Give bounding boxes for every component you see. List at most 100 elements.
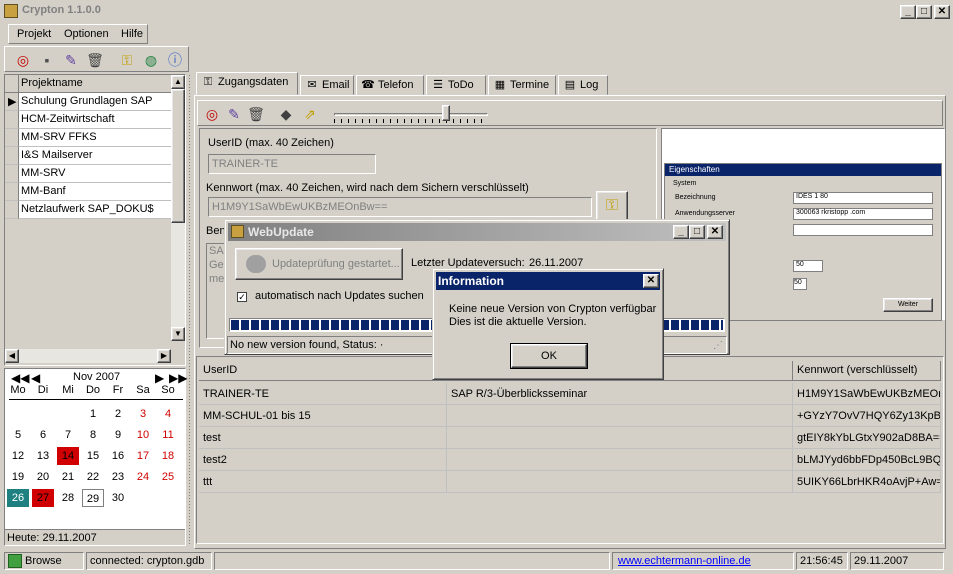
close-button[interactable]: ✕ bbox=[934, 5, 950, 19]
webupdate-minimize-button[interactable]: _ bbox=[673, 225, 689, 239]
ok-button[interactable]: OK bbox=[510, 343, 588, 369]
scroll-up-button[interactable]: ▲ bbox=[171, 75, 185, 89]
webupdate-close-button[interactable]: ✕ bbox=[707, 225, 723, 239]
grid-cell[interactable] bbox=[447, 449, 793, 471]
export-icon[interactable]: ⇗ bbox=[300, 104, 320, 124]
menu-hilfe[interactable]: Hilfe bbox=[121, 28, 143, 40]
minimize-button[interactable]: _ bbox=[900, 5, 916, 19]
slider-thumb[interactable] bbox=[442, 105, 450, 121]
project-row[interactable]: MM-SRV FFKS bbox=[19, 129, 171, 147]
project-row[interactable]: HCM-Zeitwirtschaft bbox=[19, 111, 171, 129]
calendar-day[interactable]: 30 bbox=[107, 489, 129, 507]
calendar-day[interactable]: 16 bbox=[107, 447, 129, 465]
save-icon[interactable]: ▪ bbox=[37, 50, 57, 70]
maximize-button[interactable]: □ bbox=[916, 5, 932, 19]
edit-icon[interactable]: ✎ bbox=[224, 104, 244, 124]
grid-cell[interactable]: 5UIKY66LbrHKR4oAvjP+Aw= bbox=[793, 471, 941, 493]
calendar-day[interactable]: 17 bbox=[132, 447, 154, 465]
calendar-day[interactable]: 29 bbox=[82, 489, 104, 507]
project-row[interactable]: Netzlaufwerk SAP_DOKU$ bbox=[19, 201, 171, 219]
calendar-day[interactable]: 20 bbox=[32, 468, 54, 486]
update-check-button[interactable]: Updateprüfung gestartet... bbox=[235, 248, 403, 280]
calendar-day[interactable]: 1 bbox=[82, 405, 104, 423]
tab-todo[interactable]: ☰ ToDo bbox=[426, 75, 486, 95]
calendar-day[interactable]: 5 bbox=[7, 426, 29, 444]
resize-grip-icon[interactable]: ⋰ bbox=[713, 340, 723, 351]
target-icon[interactable]: ◎ bbox=[13, 50, 33, 70]
calendar-day[interactable]: 28 bbox=[57, 489, 79, 507]
calendar-day[interactable]: 8 bbox=[82, 426, 104, 444]
website-link[interactable]: www.echtermann-online.de bbox=[618, 555, 751, 567]
project-row[interactable]: I&S Mailserver bbox=[19, 147, 171, 165]
grid-cell[interactable]: ttt bbox=[199, 471, 447, 493]
grid-cell[interactable]: test bbox=[199, 427, 447, 449]
grid-cell[interactable]: SAP R/3-Überblicksseminar bbox=[447, 383, 793, 405]
globe-icon[interactable]: ◍ bbox=[141, 50, 161, 70]
grid-cell[interactable]: TRAINER-TE bbox=[199, 383, 447, 405]
calendar-day[interactable]: 26 bbox=[7, 489, 29, 507]
grid-cell[interactable] bbox=[447, 405, 793, 427]
tab-telefon[interactable]: ☎ Telefon bbox=[356, 75, 424, 95]
scroll-down-button[interactable]: ▼ bbox=[171, 327, 185, 341]
calendar-day[interactable]: 6 bbox=[32, 426, 54, 444]
target-icon[interactable]: ◎ bbox=[202, 104, 222, 124]
grid-cell[interactable] bbox=[447, 427, 793, 449]
calendar-day[interactable]: 22 bbox=[82, 468, 104, 486]
keys-button[interactable]: ⚿ bbox=[596, 191, 628, 221]
tab-zugangsdaten[interactable]: ⚿ Zugangsdaten bbox=[196, 72, 298, 95]
calendar-day[interactable]: 9 bbox=[107, 426, 129, 444]
calendar-day[interactable]: 15 bbox=[82, 447, 104, 465]
grid-cell[interactable]: test2 bbox=[199, 449, 447, 471]
grid-header[interactable]: Kennwort (verschlüsselt) bbox=[793, 361, 941, 381]
grid-cell[interactable]: MM-SCHUL-01 bis 15 bbox=[199, 405, 447, 427]
project-list-vscrollbar[interactable]: ▲ ▼ bbox=[171, 75, 185, 341]
calendar-day[interactable]: 21 bbox=[57, 468, 79, 486]
calendar-day[interactable]: 12 bbox=[7, 447, 29, 465]
grid-cell[interactable]: +GYzY7OvV7HQY6Zy13KpBw bbox=[793, 405, 941, 427]
calendar-day[interactable]: 2 bbox=[107, 405, 129, 423]
splitter[interactable] bbox=[188, 74, 192, 544]
scroll-thumb[interactable] bbox=[171, 89, 185, 223]
project-row[interactable]: MM-SRV bbox=[19, 165, 171, 183]
info-icon[interactable]: ⓘ bbox=[165, 50, 185, 70]
calendar-day[interactable]: 23 bbox=[107, 468, 129, 486]
grid-cell[interactable] bbox=[447, 471, 793, 493]
projektname-header[interactable]: Projektname bbox=[21, 77, 83, 89]
calendar-day[interactable]: 11 bbox=[157, 426, 179, 444]
keys-icon[interactable]: ⚿ bbox=[117, 50, 137, 70]
slider-track[interactable] bbox=[334, 113, 488, 116]
project-row[interactable]: MM-Banf bbox=[19, 183, 171, 201]
grid-cell[interactable]: bLMJYyd6bbFDp450BcL9BQ= bbox=[793, 449, 941, 471]
calendar-day[interactable]: 13 bbox=[32, 447, 54, 465]
grid-cell[interactable]: H1M9Y1SaWbEwUKBzMEOnB bbox=[793, 383, 941, 405]
project-row[interactable]: Schulung Grundlagen SAP bbox=[19, 93, 171, 111]
grid-header[interactable]: UserID bbox=[199, 361, 447, 381]
project-list-hscrollbar[interactable]: ◀ ▶ bbox=[5, 349, 171, 363]
calendar-day[interactable]: 18 bbox=[157, 447, 179, 465]
edit-icon[interactable]: ✎ bbox=[61, 50, 81, 70]
menu-optionen[interactable]: Optionen bbox=[64, 28, 109, 40]
tab-termine[interactable]: ▦ Termine bbox=[488, 75, 556, 95]
userid-field[interactable]: TRAINER-TE bbox=[208, 154, 376, 174]
calendar-day[interactable]: 19 bbox=[7, 468, 29, 486]
menu-projekt[interactable]: Projekt bbox=[17, 28, 51, 40]
trash-icon[interactable]: 🗑 bbox=[85, 50, 105, 70]
scroll-right-button[interactable]: ▶ bbox=[157, 349, 171, 363]
calendar-day[interactable]: 7 bbox=[57, 426, 79, 444]
trash-icon[interactable]: 🗑 bbox=[246, 104, 266, 124]
eraser-icon[interactable]: ◆ bbox=[276, 104, 296, 124]
calendar-day[interactable]: 3 bbox=[132, 405, 154, 423]
calendar-day[interactable]: 27 bbox=[32, 489, 54, 507]
calendar-day[interactable]: 24 bbox=[132, 468, 154, 486]
auto-update-checkbox[interactable]: ✓ bbox=[237, 292, 247, 302]
calendar-day[interactable]: 10 bbox=[132, 426, 154, 444]
calendar-day[interactable]: 4 bbox=[157, 405, 179, 423]
tab-log[interactable]: ▤ Log bbox=[558, 75, 608, 95]
tab-email[interactable]: ✉ Email bbox=[300, 75, 354, 95]
scroll-left-button[interactable]: ◀ bbox=[5, 349, 19, 363]
calendar-day[interactable]: 25 bbox=[157, 468, 179, 486]
calendar-day[interactable]: 14 bbox=[57, 447, 79, 465]
webupdate-maximize-button[interactable]: □ bbox=[689, 225, 705, 239]
grid-cell[interactable]: gtEIY8kYbLGtxY902aD8BA== bbox=[793, 427, 941, 449]
password-field[interactable]: H1M9Y1SaWbEwUKBzMEOnBw== bbox=[208, 197, 592, 217]
